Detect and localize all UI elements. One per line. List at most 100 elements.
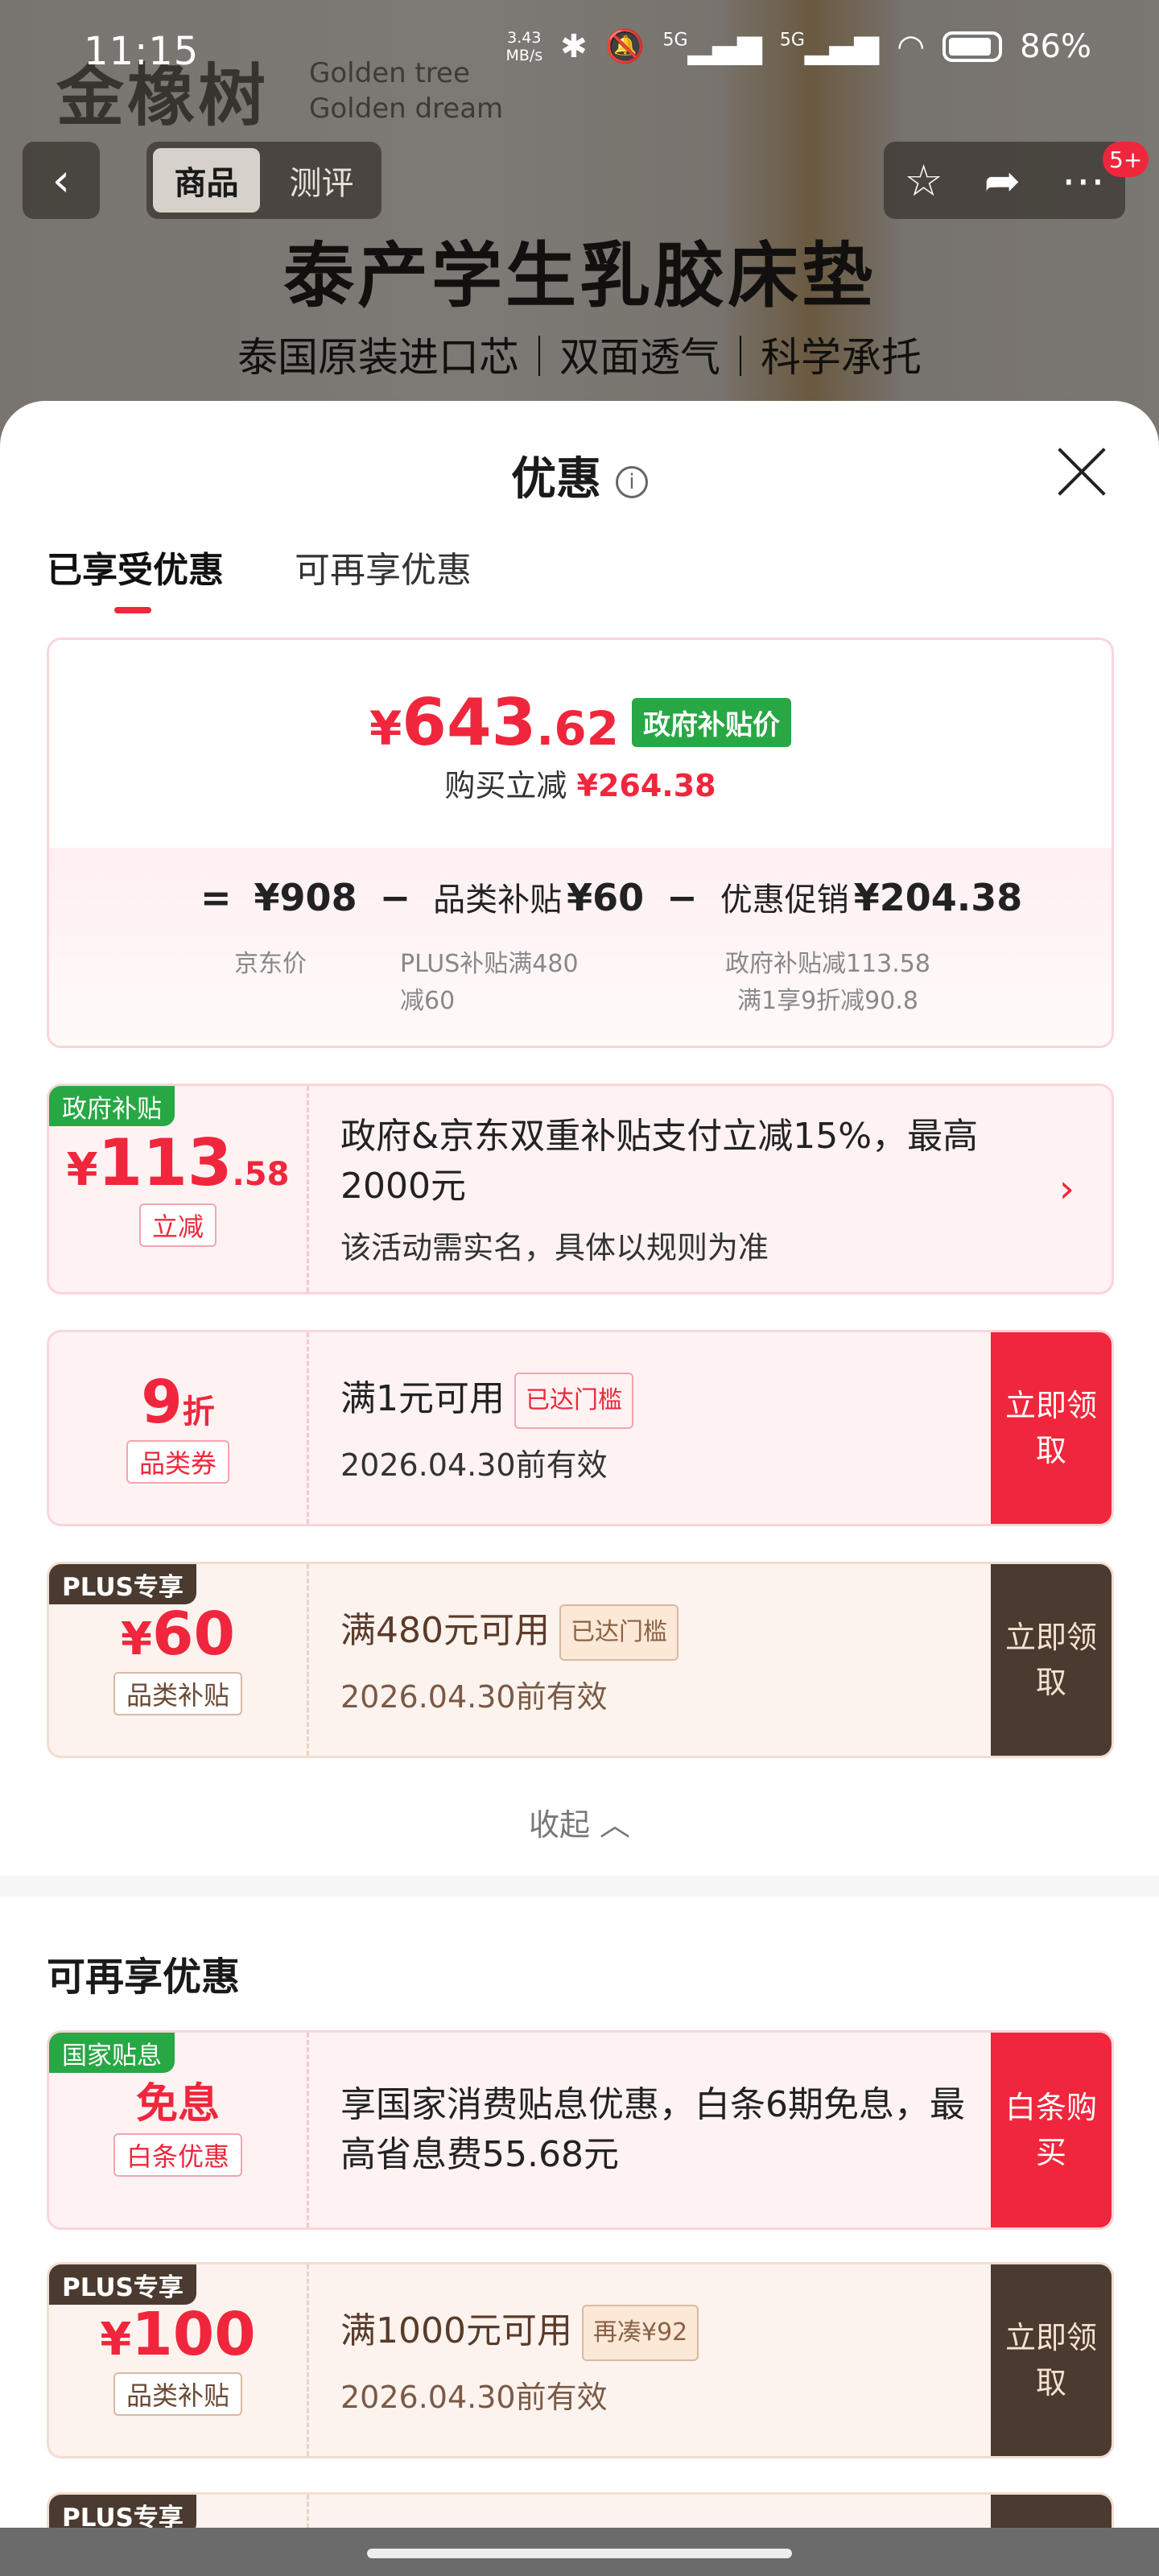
coupon-validity: 2026.04.30前有效 bbox=[340, 2379, 608, 2415]
collapse-toggle[interactable]: 收起 ︿ bbox=[0, 1800, 1159, 1844]
category-subsidy-label: 品类补贴 bbox=[433, 881, 563, 919]
minus-sign: − bbox=[379, 876, 411, 919]
signal-icon-2: 5G▂▄▆ bbox=[779, 27, 880, 65]
coupon-amount-value: 9 bbox=[141, 1368, 183, 1437]
coupon-type-pill: 品类券 bbox=[126, 1440, 229, 1484]
tab-product[interactable]: 商品 bbox=[153, 148, 260, 213]
equals-sign: = bbox=[200, 876, 232, 919]
product-tabs: 商品 测评 bbox=[146, 142, 382, 219]
coupon-currency: ¥ bbox=[121, 1613, 152, 1666]
status-time: 11:15 bbox=[84, 29, 200, 74]
price-formula: = ¥908 − 品类补贴 ¥60 − 优惠促销 ¥204.38 bbox=[178, 873, 1022, 920]
coupon-value-area: ¥100 品类补贴 bbox=[49, 2264, 307, 2456]
note-promo: 政府补贴减113.58 满1享9折减90.8 bbox=[725, 946, 930, 1020]
tab-review[interactable]: 测评 bbox=[268, 148, 375, 213]
signal-label-2: 5G bbox=[779, 30, 805, 51]
coupon-amount-dec: .58 bbox=[232, 1156, 290, 1193]
star-icon[interactable]: ☆ bbox=[904, 155, 942, 206]
net-speed-unit: MB/s bbox=[505, 46, 543, 64]
minus-sign-2: − bbox=[666, 876, 698, 919]
coupon-type-pill: 品类补贴 bbox=[113, 2372, 242, 2416]
claim-button[interactable]: 立即领取 bbox=[991, 2264, 1112, 2456]
net-speed: 3.43 MB/s bbox=[505, 29, 542, 64]
coupon-note: 该活动需实名，具体以规则为准 bbox=[340, 1229, 769, 1265]
coupon-amount-unit: 折 bbox=[182, 1393, 215, 1430]
threshold-met-tag: 已达门槛 bbox=[559, 1604, 678, 1661]
collapse-label: 收起 bbox=[528, 1807, 590, 1843]
share-icon[interactable]: ➦ bbox=[984, 155, 1021, 206]
note-plus-line1: PLUS补贴满480 bbox=[400, 950, 579, 978]
category-subsidy-value: ¥60 bbox=[567, 876, 645, 919]
coupon-type-pill: 立减 bbox=[138, 1203, 217, 1247]
threshold-met-tag: 已达门槛 bbox=[514, 1372, 633, 1429]
price-formula-area: = ¥908 − 品类补贴 ¥60 − 优惠促销 ¥204.38 京东价 PLU… bbox=[49, 848, 1112, 1046]
jd-price: ¥908 bbox=[254, 876, 357, 919]
note-plus-subsidy: PLUS补贴满480 减60 bbox=[400, 946, 579, 1020]
coupon-currency: ¥ bbox=[66, 1144, 98, 1196]
reduce-summary: 购买立减 ¥264.38 bbox=[49, 761, 1112, 805]
coupon-threshold: 满1元可用 已达门槛 bbox=[340, 1372, 975, 1429]
battery-icon bbox=[942, 31, 1003, 62]
coupon-amount-int: 113 bbox=[97, 1125, 233, 1200]
info-icon[interactable]: i bbox=[616, 466, 648, 499]
signal-label-1: 5G bbox=[662, 30, 688, 51]
claim-button[interactable]: 立即领取 bbox=[991, 1332, 1112, 1524]
final-price: ¥643.62 bbox=[369, 685, 619, 760]
final-price-area: ¥643.62 政府补贴价 购买立减 ¥264.38 bbox=[49, 640, 1112, 848]
coupon-divider bbox=[307, 1332, 309, 1524]
sheet-title-text: 优惠 bbox=[511, 452, 601, 506]
coupon-amount: ¥100 bbox=[100, 2305, 255, 2364]
coupon-value-area: ¥60 品类补贴 bbox=[49, 1564, 307, 1756]
note-plus-line2: 减60 bbox=[400, 987, 456, 1015]
coupon-amount-value: 100 bbox=[131, 2300, 256, 2369]
coupon-value-area: ¥113.58 立减 bbox=[49, 1086, 307, 1292]
coupon-threshold-text: 满1000元可用 bbox=[340, 2310, 572, 2351]
final-price-dec: .62 bbox=[536, 701, 620, 756]
discount-tabs: 已享受优惠 可再享优惠 bbox=[47, 541, 472, 613]
mute-icon: 🔕 bbox=[604, 28, 645, 65]
coupon-title: 享国家消费贴息优惠，白条6期免息，最高省息费55.68元 bbox=[340, 2084, 965, 2175]
coupon-divider bbox=[307, 1086, 309, 1292]
coupon-divider bbox=[307, 2264, 309, 2456]
final-price-int: 643 bbox=[402, 685, 537, 760]
status-icons: 3.43 MB/s ✱ 🔕 5G▂▄▆ 5G▂▄▆ ◠ 86% bbox=[505, 27, 1091, 66]
note-jd-price: 京东价 bbox=[234, 950, 307, 978]
back-button[interactable]: ‹ bbox=[23, 142, 100, 219]
promo-label: 优惠促销 bbox=[720, 881, 849, 919]
section-divider bbox=[0, 1876, 1159, 1897]
coupon-value-area: 9折 品类券 bbox=[49, 1332, 307, 1524]
battery-percent: 86% bbox=[1020, 27, 1091, 65]
bluetooth-icon: ✱ bbox=[560, 27, 588, 65]
price-breakdown-card: ¥643.62 政府补贴价 购买立减 ¥264.38 = ¥908 − 品类补贴… bbox=[47, 638, 1114, 1048]
tab-enjoyed[interactable]: 已享受优惠 bbox=[47, 541, 224, 613]
coupon-threshold-text: 满480元可用 bbox=[340, 1609, 550, 1651]
status-bar: 11:15 3.43 MB/s ✱ 🔕 5G▂▄▆ 5G▂▄▆ ◠ 86% bbox=[0, 0, 1159, 105]
chevron-right-icon[interactable]: › bbox=[1059, 1166, 1074, 1212]
more-icon[interactable]: ⋯ bbox=[1062, 155, 1105, 206]
coupon-gov-subsidy[interactable]: 政府补贴 ¥113.58 立减 政府&京东双重补贴支付立减15%，最高2000元… bbox=[47, 1084, 1114, 1294]
sheet-header: 优惠 i bbox=[0, 401, 1159, 543]
sheet-title: 优惠 i bbox=[0, 443, 1159, 508]
signal-icon: 5G▂▄▆ bbox=[662, 27, 762, 65]
home-indicator[interactable] bbox=[367, 2549, 792, 2558]
claim-button[interactable]: 立即领取 bbox=[991, 1564, 1112, 1756]
coupon-threshold-text: 满1元可用 bbox=[340, 1377, 505, 1419]
coupon-description: 满1元可用 已达门槛 2026.04.30前有效 bbox=[340, 1332, 975, 1524]
reduce-label: 购买立减 bbox=[444, 768, 567, 803]
section-title-more: 可再享优惠 bbox=[47, 1955, 241, 2000]
coupon-amount: 免息 bbox=[135, 2079, 220, 2128]
baitiao-buy-button[interactable]: 白条购买 bbox=[991, 2033, 1112, 2227]
coupon-amount-value: 60 bbox=[151, 1600, 235, 1669]
coupon-type-pill: 白条优惠 bbox=[113, 2133, 242, 2177]
coupon-validity: 2026.04.30前有效 bbox=[340, 1447, 608, 1483]
coupon-threshold: 满480元可用 已达门槛 bbox=[340, 1604, 975, 1661]
coupon-amount: 9折 bbox=[141, 1373, 215, 1432]
note-gov-line: 政府补贴减113.58 bbox=[725, 950, 930, 978]
coupon-description: 政府&京东双重补贴支付立减15%，最高2000元 该活动需实名，具体以规则为准 bbox=[340, 1086, 1039, 1292]
tab-more-available[interactable]: 可再享优惠 bbox=[295, 541, 472, 613]
close-icon[interactable] bbox=[1054, 444, 1109, 499]
coupon-plus-60: PLUS专享 ¥60 品类补贴 满480元可用 已达门槛 2026.04.30前有… bbox=[47, 1562, 1114, 1758]
final-price-currency: ¥ bbox=[369, 701, 402, 756]
coupon-plus-100: PLUS专享 ¥100 品类补贴 满1000元可用 再凑¥92 2026.04.3… bbox=[47, 2262, 1114, 2458]
coupon-divider bbox=[307, 1564, 309, 1756]
